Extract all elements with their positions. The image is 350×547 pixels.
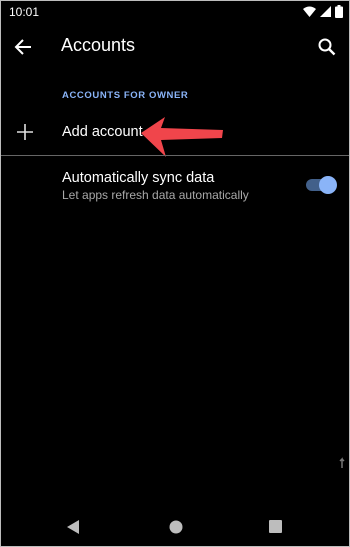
device-screen: 10:01 Accounts ACCOUNTS FOR OWNER Add ac… <box>0 0 350 547</box>
divider <box>1 155 349 156</box>
auto-sync-row[interactable]: Automatically sync data Let apps refresh… <box>1 163 349 213</box>
add-account-label: Add account <box>62 124 143 140</box>
app-bar: Accounts <box>1 27 349 67</box>
red-arrow-icon <box>141 117 223 157</box>
plus-icon <box>17 124 33 140</box>
status-time: 10:01 <box>9 5 40 19</box>
nav-back-icon[interactable] <box>66 519 80 535</box>
navigation-bar <box>1 507 349 545</box>
page-title: Accounts <box>61 35 136 55</box>
toggle-thumb <box>319 176 337 194</box>
battery-icon <box>335 5 343 18</box>
signal-icon <box>320 5 331 17</box>
scroll-handle-icon <box>339 457 345 468</box>
status-bar: 10:01 <box>1 1 349 25</box>
nav-home-icon[interactable] <box>169 520 183 534</box>
sync-title: Automatically sync data <box>62 170 215 186</box>
arrow-back-icon[interactable] <box>11 35 37 59</box>
wifi-icon <box>303 6 316 17</box>
section-header: ACCOUNTS FOR OWNER <box>62 90 189 101</box>
status-icons <box>303 5 343 18</box>
sync-toggle[interactable] <box>306 176 337 194</box>
sync-subtitle: Let apps refresh data automatically <box>62 188 249 202</box>
search-icon[interactable] <box>315 35 339 59</box>
nav-recents-icon[interactable] <box>269 520 282 533</box>
